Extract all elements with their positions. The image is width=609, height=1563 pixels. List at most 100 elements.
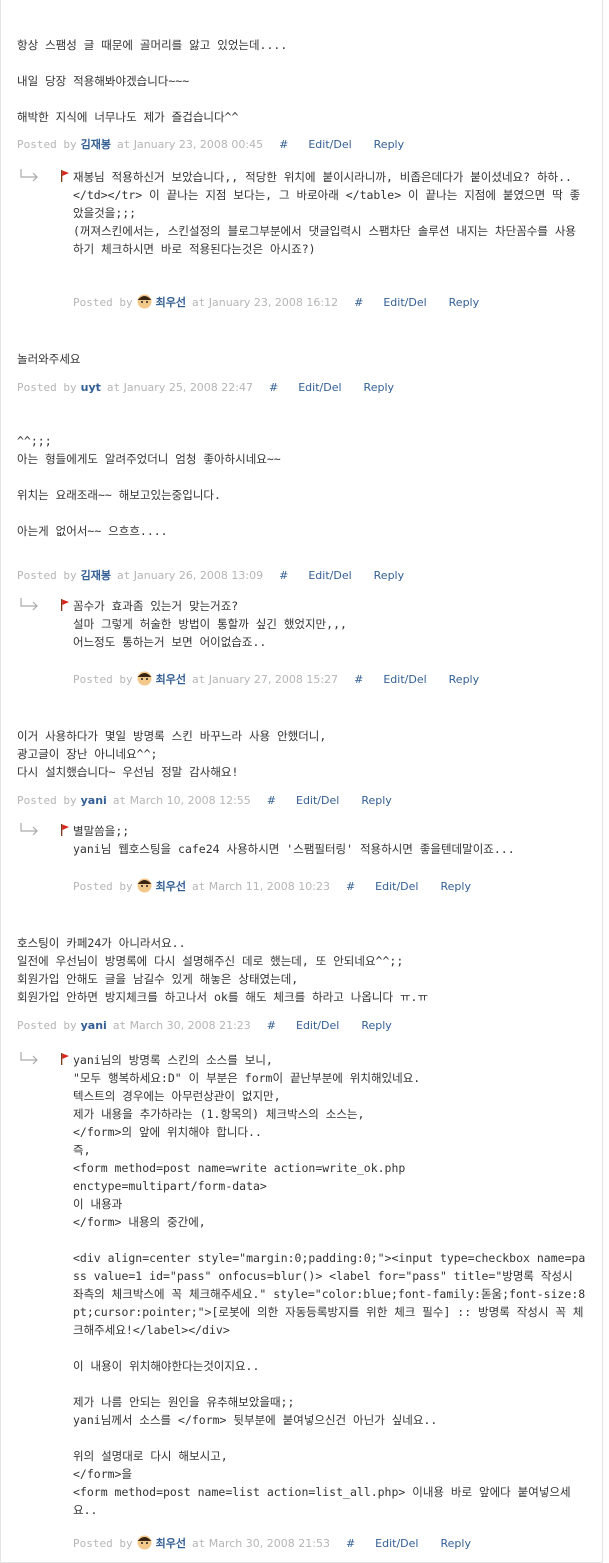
- reply-line: </form>을: [73, 1467, 133, 1481]
- author-link[interactable]: 최우선: [156, 296, 186, 309]
- comment-line: 다시 설치했습니다~ 우선님 정말 감사해요!: [17, 765, 239, 779]
- reply-block: 꼼수가 효과좀 있는거 맞는거죠? 설마 그렇게 허술한 방법이 통할까 싶긴 …: [19, 597, 586, 657]
- reply-meta: Posted by 최우선 at January 23, 2008 16:12 # Ed…: [19, 294, 586, 312]
- edit-del-link[interactable]: Edit/Del: [383, 296, 426, 309]
- reply-line: [73, 1231, 586, 1249]
- comment-meta: Posted by 김재봉 at January 23, 2008 00:45 # Ed…: [17, 136, 586, 154]
- reply-line: 이 내용이 위치해야한다는것이지요..: [73, 1359, 260, 1373]
- comment-line: 해박한 지식에 너무나도 제가 즐겁습니다^^: [17, 110, 239, 124]
- comment: 호스팅이 카페24가 아니라서요.. 일전에 우선님이 방명록에 다시 설명해주…: [17, 934, 586, 1006]
- reply-link[interactable]: Reply: [449, 673, 479, 686]
- reply-line: 재봉님 적용하신거 보았습니다,, 적당한 위치에 붙이시라니까, 비좁은데다가…: [73, 170, 572, 184]
- at-label: at: [112, 1019, 127, 1032]
- edit-del-link[interactable]: Edit/Del: [296, 794, 339, 807]
- at-label: at: [116, 569, 131, 582]
- permalink-link[interactable]: #: [267, 1019, 276, 1032]
- reply-line: [73, 1375, 586, 1393]
- reply-body: 별말씀을;; yani님 웹호스팅을 cafe24 사용하시면 '스팸필터링' …: [61, 822, 586, 858]
- reply-line: </form> 내용의 중간에,: [73, 1215, 206, 1229]
- flag-icon: [61, 1053, 69, 1065]
- comment-date: March 30, 2008 21:23: [129, 1019, 251, 1032]
- edit-del-link[interactable]: Edit/Del: [308, 569, 351, 582]
- posted-by-label: Posted by: [73, 880, 133, 893]
- author-link[interactable]: yani: [81, 794, 107, 807]
- edit-del-link[interactable]: Edit/Del: [383, 673, 426, 686]
- reply-body: yani님의 방명록 스킨의 소스를 보니, "모두 행복하세요:D" 이 부분…: [61, 1051, 586, 1519]
- comment-date: March 11, 2008 10:23: [208, 880, 330, 893]
- avatar-icon: [137, 878, 152, 893]
- reply-link[interactable]: Reply: [440, 880, 470, 893]
- permalink-link[interactable]: #: [346, 880, 355, 893]
- comment: 놀러와주세요: [17, 350, 586, 368]
- flag-icon: [61, 170, 69, 182]
- comment-date: January 23, 2008 16:12: [208, 296, 339, 309]
- comment-date: March 30, 2008 21:53: [208, 1537, 330, 1550]
- reply-link[interactable]: Reply: [374, 569, 404, 582]
- reply-body: 꼼수가 효과좀 있는거 맞는거죠? 설마 그렇게 허술한 방법이 통할까 싶긴 …: [61, 597, 586, 651]
- posted-by-label: Posted by: [17, 1019, 77, 1032]
- author-link[interactable]: yani: [81, 1019, 107, 1032]
- reply-link[interactable]: Reply: [361, 1019, 391, 1032]
- reply-line: yani님의 방명록 스킨의 소스를 보니,: [73, 1053, 273, 1067]
- reply-meta: Posted by 최우선 at March 30, 2008 21:53 # Edit…: [19, 1535, 586, 1553]
- comment-date: March 10, 2008 12:55: [129, 794, 251, 807]
- permalink-link[interactable]: #: [269, 381, 278, 394]
- posted-by-label: Posted by: [73, 296, 133, 309]
- edit-del-link[interactable]: Edit/Del: [298, 381, 341, 394]
- comment-line: 항상 스팸성 글 때문에 골머리를 앓고 있었는데....: [17, 38, 288, 52]
- posted-by-label: Posted by: [73, 1537, 133, 1550]
- author-link[interactable]: 최우선: [156, 1537, 186, 1550]
- reply-line: 어느정도 통하는거 보면 어이없습죠..: [73, 635, 267, 649]
- author-link[interactable]: 최우선: [156, 673, 186, 686]
- avatar-icon: [137, 294, 152, 309]
- permalink-link[interactable]: #: [267, 794, 276, 807]
- comment-line: 광고글이 장난 아니네요^^;: [17, 747, 158, 761]
- edit-del-link[interactable]: Edit/Del: [308, 138, 351, 151]
- reply-line: 설마 그렇게 허술한 방법이 통할까 싶긴 했었지만,,,: [73, 617, 347, 631]
- reply-meta: Posted by 최우선 at March 11, 2008 10:23 # Edit…: [19, 878, 586, 896]
- comment-meta: Posted by yani at March 10, 2008 12:55 # Edi…: [17, 792, 586, 810]
- permalink-link[interactable]: #: [279, 569, 288, 582]
- reply-link[interactable]: Reply: [440, 1537, 470, 1550]
- comment-line: 내일 당장 적용해봐야겠습니다~~~: [17, 74, 190, 88]
- reply-block: 별말씀을;; yani님 웹호스팅을 cafe24 사용하시면 '스팸필터링' …: [19, 822, 586, 866]
- reply-line: 텍스트의 경우에는 아무런상관이 없지만,: [73, 1089, 281, 1103]
- at-label: at: [191, 880, 206, 893]
- comment-line: [17, 468, 586, 486]
- comment-date: January 27, 2008 15:27: [208, 673, 339, 686]
- reply-link[interactable]: Reply: [449, 296, 479, 309]
- author-link[interactable]: uyt: [81, 381, 101, 394]
- reply-line: 제가 내용을 추가하라는 (1.항목의) 체크박스의 소스는,: [73, 1107, 365, 1121]
- permalink-link[interactable]: #: [279, 138, 288, 151]
- posted-by-label: Posted by: [17, 138, 77, 151]
- comment-line: 위치는 요래조래~~ 해보고있는중입니다.: [17, 488, 221, 502]
- comment: 항상 스팸성 글 때문에 골머리를 앓고 있었는데.... 내일 당장 적용해봐…: [17, 36, 586, 126]
- permalink-link[interactable]: #: [346, 1537, 355, 1550]
- reply-link[interactable]: Reply: [374, 138, 404, 151]
- at-label: at: [191, 1537, 206, 1550]
- comment-line: 놀러와주세요: [17, 352, 81, 366]
- reply-line: </td></tr> 이 끝나는 지점 보다는, 그 바로아래 </table>…: [73, 188, 581, 220]
- author-link[interactable]: 김재봉: [81, 138, 111, 151]
- author-link[interactable]: 최우선: [156, 880, 186, 893]
- reply-line: 별말씀을;;: [73, 824, 130, 838]
- edit-del-link[interactable]: Edit/Del: [375, 880, 418, 893]
- flag-icon: [61, 824, 69, 836]
- permalink-link[interactable]: #: [354, 296, 363, 309]
- comment-meta: Posted by 김재봉 at January 26, 2008 13:09 # Ed…: [17, 567, 586, 585]
- reply-arrow-icon: [20, 169, 38, 182]
- permalink-link[interactable]: #: [354, 673, 363, 686]
- edit-del-link[interactable]: Edit/Del: [296, 1019, 339, 1032]
- posted-by-label: Posted by: [17, 794, 77, 807]
- reply-arrow-icon: [20, 598, 38, 611]
- reply-line: <form method=post name=write action=writ…: [73, 1161, 406, 1175]
- page-margin: [603, 0, 609, 1563]
- at-label: at: [191, 296, 206, 309]
- edit-del-link[interactable]: Edit/Del: [375, 1537, 418, 1550]
- reply-link[interactable]: Reply: [361, 794, 391, 807]
- at-label: at: [116, 138, 131, 151]
- reply-link[interactable]: Reply: [364, 381, 394, 394]
- reply-line: 이 내용과: [73, 1197, 123, 1211]
- author-link[interactable]: 김재봉: [81, 569, 111, 582]
- reply-line: [73, 1339, 586, 1357]
